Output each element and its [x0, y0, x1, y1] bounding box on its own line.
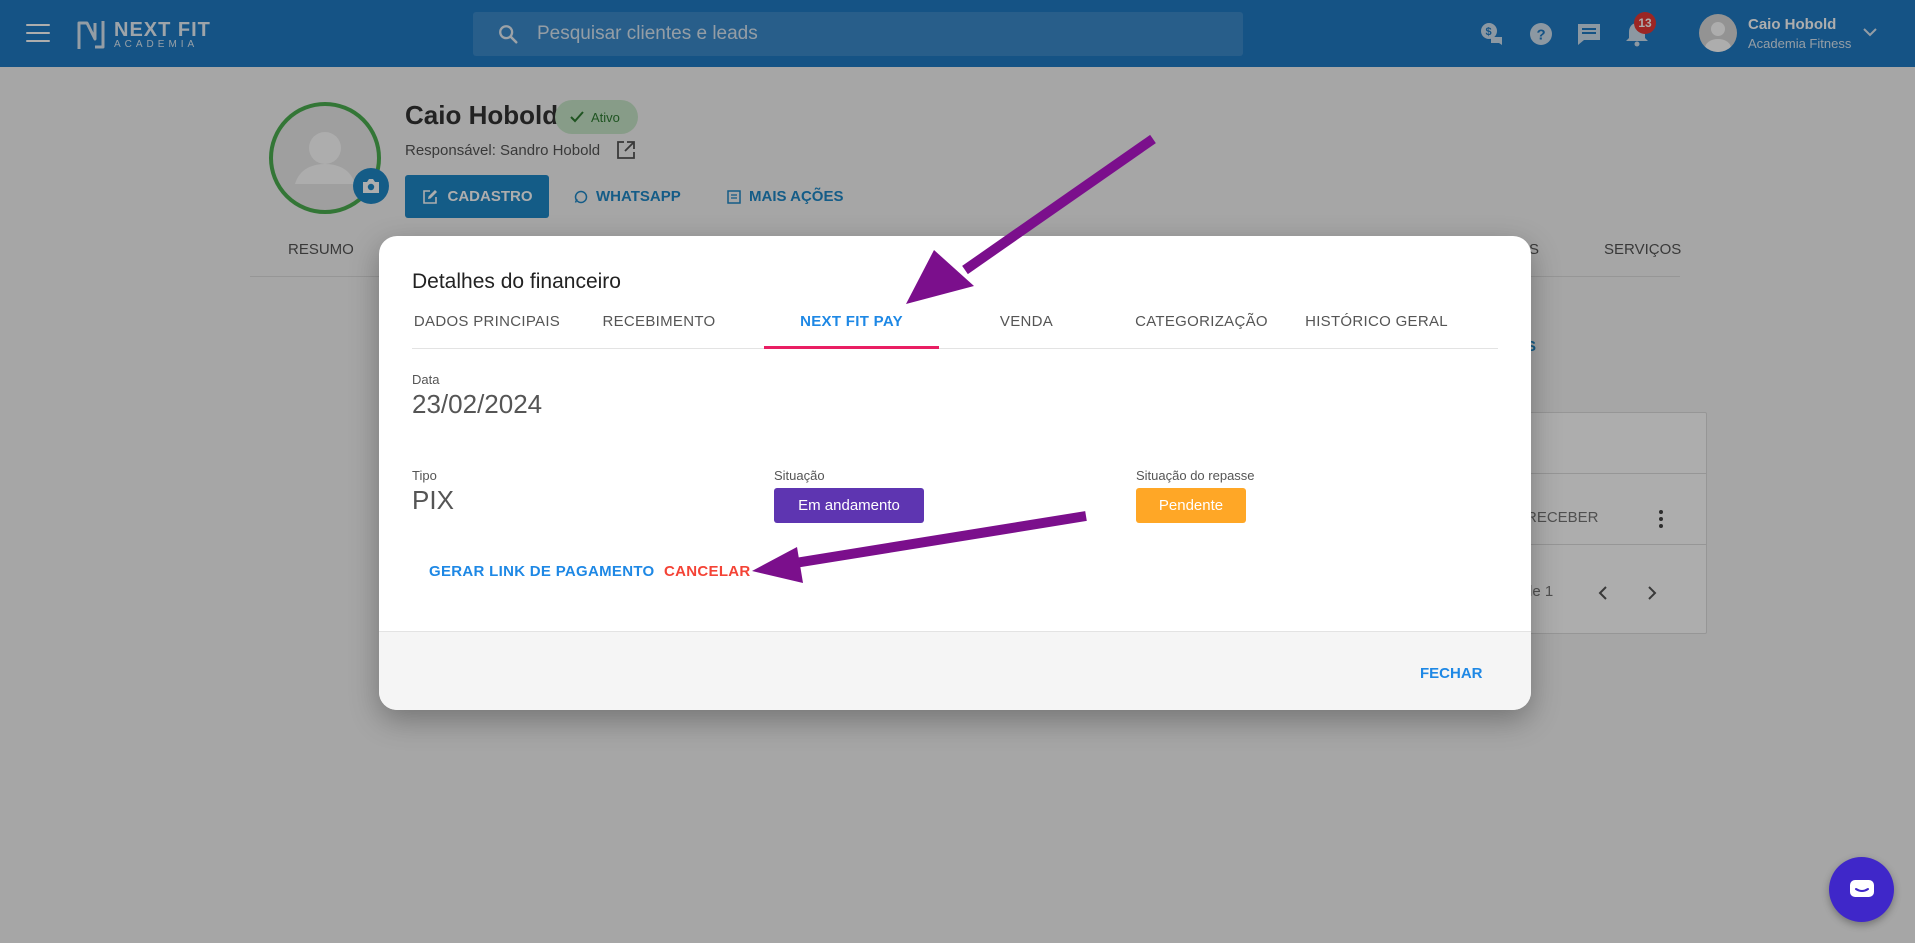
data-label: Data	[412, 372, 440, 387]
repasse-badge: Pendente	[1136, 488, 1246, 523]
tab-next-fit-pay[interactable]: NEXT FIT PAY	[764, 313, 939, 349]
tab-categorizacao[interactable]: CATEGORIZAÇÃO	[1114, 313, 1289, 349]
fechar-button[interactable]: FECHAR	[1420, 665, 1483, 682]
modal-footer: FECHAR	[379, 631, 1531, 710]
data-value: 23/02/2024	[412, 389, 543, 419]
repasse-label: Situação do repasse	[1136, 468, 1255, 483]
active-tab-indicator	[764, 346, 939, 349]
tab-venda[interactable]: VENDA	[939, 313, 1114, 349]
situacao-badge: Em andamento	[774, 488, 924, 523]
tabs-divider	[412, 348, 1498, 349]
tipo-label: Tipo	[412, 468, 437, 483]
modal-title: Detalhes do financeiro	[412, 270, 621, 293]
tab-recebimento[interactable]: RECEBIMENTO	[589, 313, 729, 349]
situacao-label: Situação	[774, 468, 825, 483]
financial-details-modal: Detalhes do financeiro DADOS PRINCIPAIS …	[379, 236, 1531, 710]
cancelar-button[interactable]: CANCELAR	[664, 563, 751, 580]
tipo-value: PIX	[412, 485, 454, 515]
chat-support-button[interactable]	[1829, 857, 1894, 922]
tab-historico-geral[interactable]: HISTÓRICO GERAL	[1289, 313, 1464, 349]
tab-dados-principais[interactable]: DADOS PRINCIPAIS	[412, 313, 562, 349]
chat-bubble-icon	[1849, 879, 1874, 897]
gerar-link-pagamento-button[interactable]: GERAR LINK DE PAGAMENTO	[429, 563, 655, 580]
